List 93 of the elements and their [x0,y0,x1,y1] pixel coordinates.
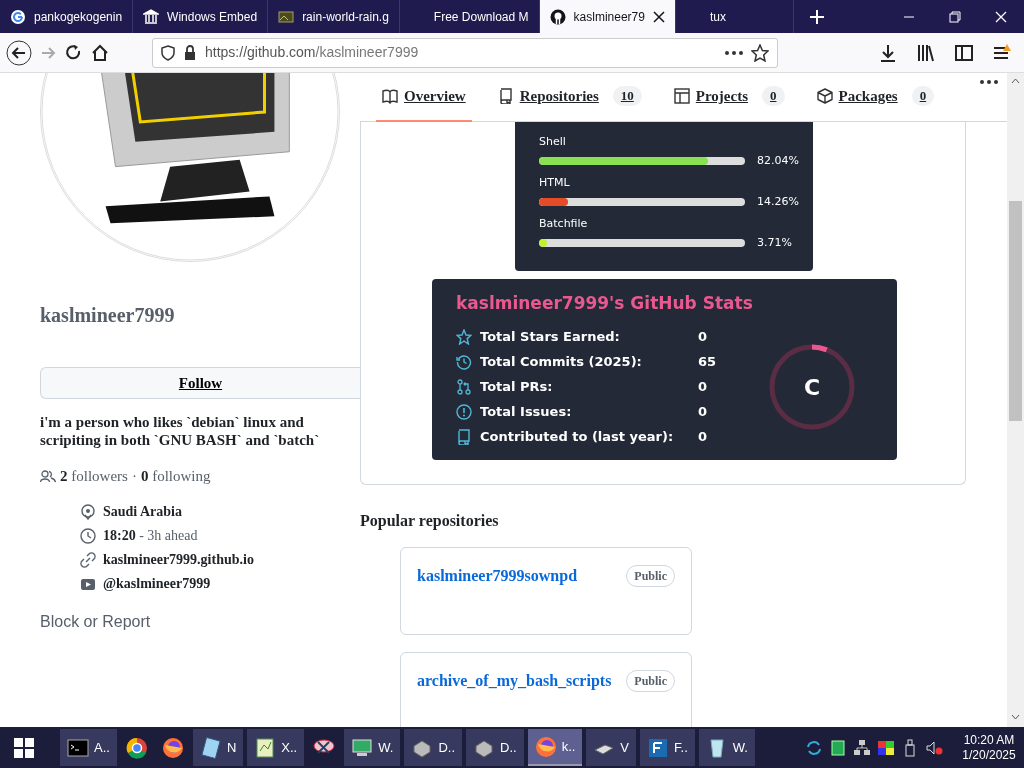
back-icon[interactable] [6,39,32,66]
url-text: https://github.com/kaslmineer7999 [205,43,420,62]
taskbar-button[interactable]: X.. [247,729,305,766]
taskbar-button[interactable]: k.. [527,729,583,766]
more-icon[interactable] [980,80,999,84]
count-badge: 0 [762,86,785,106]
home-icon[interactable] [90,42,110,63]
repo-icon [456,429,472,445]
followers-link[interactable]: 2 followers [60,465,128,488]
star-icon [456,329,472,345]
location-text: Saudi Arabia [103,503,182,521]
taskbar-button[interactable]: F.. [640,729,695,766]
address-bar[interactable]: https://github.com/kaslmineer7999 [152,37,778,68]
pull-request-icon [456,379,472,395]
issue-icon [456,404,472,420]
windows-start-icon[interactable] [14,737,34,758]
stat-label: Total Issues: [480,403,573,422]
following-link[interactable]: 0 following [140,465,211,488]
location-pin-icon [80,503,96,520]
repo-link[interactable]: kaslmineer7999sownpd [417,563,578,588]
browser-tab[interactable]: kaslmineer79 [539,0,676,33]
profile-tab[interactable]: Overview [376,73,472,122]
percent-text: 82.04% [757,152,799,169]
clock-icon [80,527,96,544]
block-report-link[interactable]: Block or Report [40,609,360,634]
spreadsheet-icon [254,736,277,759]
username: kaslmineer7999 [40,303,176,328]
stat-label: Contributed to (last year): [480,428,675,447]
bio-text: i'm a person who likes `debian` linux and scripiting in both `GNU BASH` and `batch` [40,413,321,449]
stat-value: 0 [698,403,708,422]
package-icon [816,88,833,104]
image-icon [278,8,295,25]
library-icon[interactable] [916,42,936,63]
repo-icon [497,88,514,104]
close-icon[interactable] [652,10,665,23]
language-name: Batchfile [539,217,588,230]
scrollbar[interactable] [1007,73,1024,727]
taskbar-button[interactable]: W. [698,729,755,766]
ftp-icon [647,736,670,759]
profile-tab[interactable]: Packages 0 [810,73,941,122]
star-icon[interactable] [751,43,769,62]
people-icon [40,469,56,484]
terminal-icon [67,736,89,759]
stats-title: kaslmineer7999's GitHub Stats [456,292,754,315]
clock-time[interactable]: 10:20 AM [954,732,1024,748]
stat-value: 0 [698,428,708,447]
stat-value: 65 [698,353,717,372]
section-heading: Popular repositories [360,510,500,532]
percent-text: 3.71% [757,234,792,251]
monitor-icon [351,736,374,759]
language-name: Shell [539,135,566,148]
sidebar-icon[interactable] [954,42,974,63]
taskbar-button[interactable]: V [586,729,637,766]
taskbar-button[interactable]: D.. [466,729,524,766]
stat-label: Total Commits (2025): [480,353,643,372]
stat-label: Total PRs: [480,378,554,397]
taskbar-button[interactable]: D.. [404,729,462,766]
stat-value: 0 [698,328,708,347]
new-tab-icon[interactable] [809,9,824,24]
local-time: 18:20 - 3h ahead [103,527,198,545]
count-badge: 10 [612,86,642,106]
profile-link[interactable]: @kaslmineer7999 [103,573,211,594]
color-grid-icon[interactable] [877,738,895,757]
dot-separator: · [131,467,137,486]
more-icon[interactable] [725,50,743,55]
download-icon[interactable] [878,42,898,63]
sync-icon[interactable] [805,738,823,757]
language-name: HTML [539,176,570,189]
history-icon [456,354,472,370]
taskbar-button[interactable]: W. [344,729,401,766]
round-logo-icon [125,736,148,759]
rank-ring: C [767,342,857,432]
profile-tab[interactable]: Repositories 10 [491,73,648,122]
repo-link[interactable]: archive_of_my_bash_scripts [417,668,612,693]
lock-icon [183,44,197,61]
network-icon[interactable] [853,738,871,757]
taskbar-button[interactable]: A.. [60,729,117,766]
restore-icon[interactable] [949,10,961,23]
stat-value: 0 [698,378,708,397]
book-icon [382,88,398,104]
profile-tab[interactable]: Projects 0 [667,73,791,122]
g-logo-icon [10,8,26,25]
profile-link[interactable]: kaslmineer7999.github.io [103,549,254,570]
columns-icon [143,8,160,25]
taskbar-button[interactable]: N [192,729,244,766]
follow-button[interactable]: Follow [40,367,360,399]
stat-label: Total Stars Earned: [480,328,621,347]
shield-icon [161,44,175,61]
clock-date[interactable]: 1/20/2025 [954,747,1024,763]
percent-text: 14.26% [757,193,799,210]
link-icon [80,551,96,568]
count-badge: 0 [911,86,935,106]
table-icon [673,88,690,104]
